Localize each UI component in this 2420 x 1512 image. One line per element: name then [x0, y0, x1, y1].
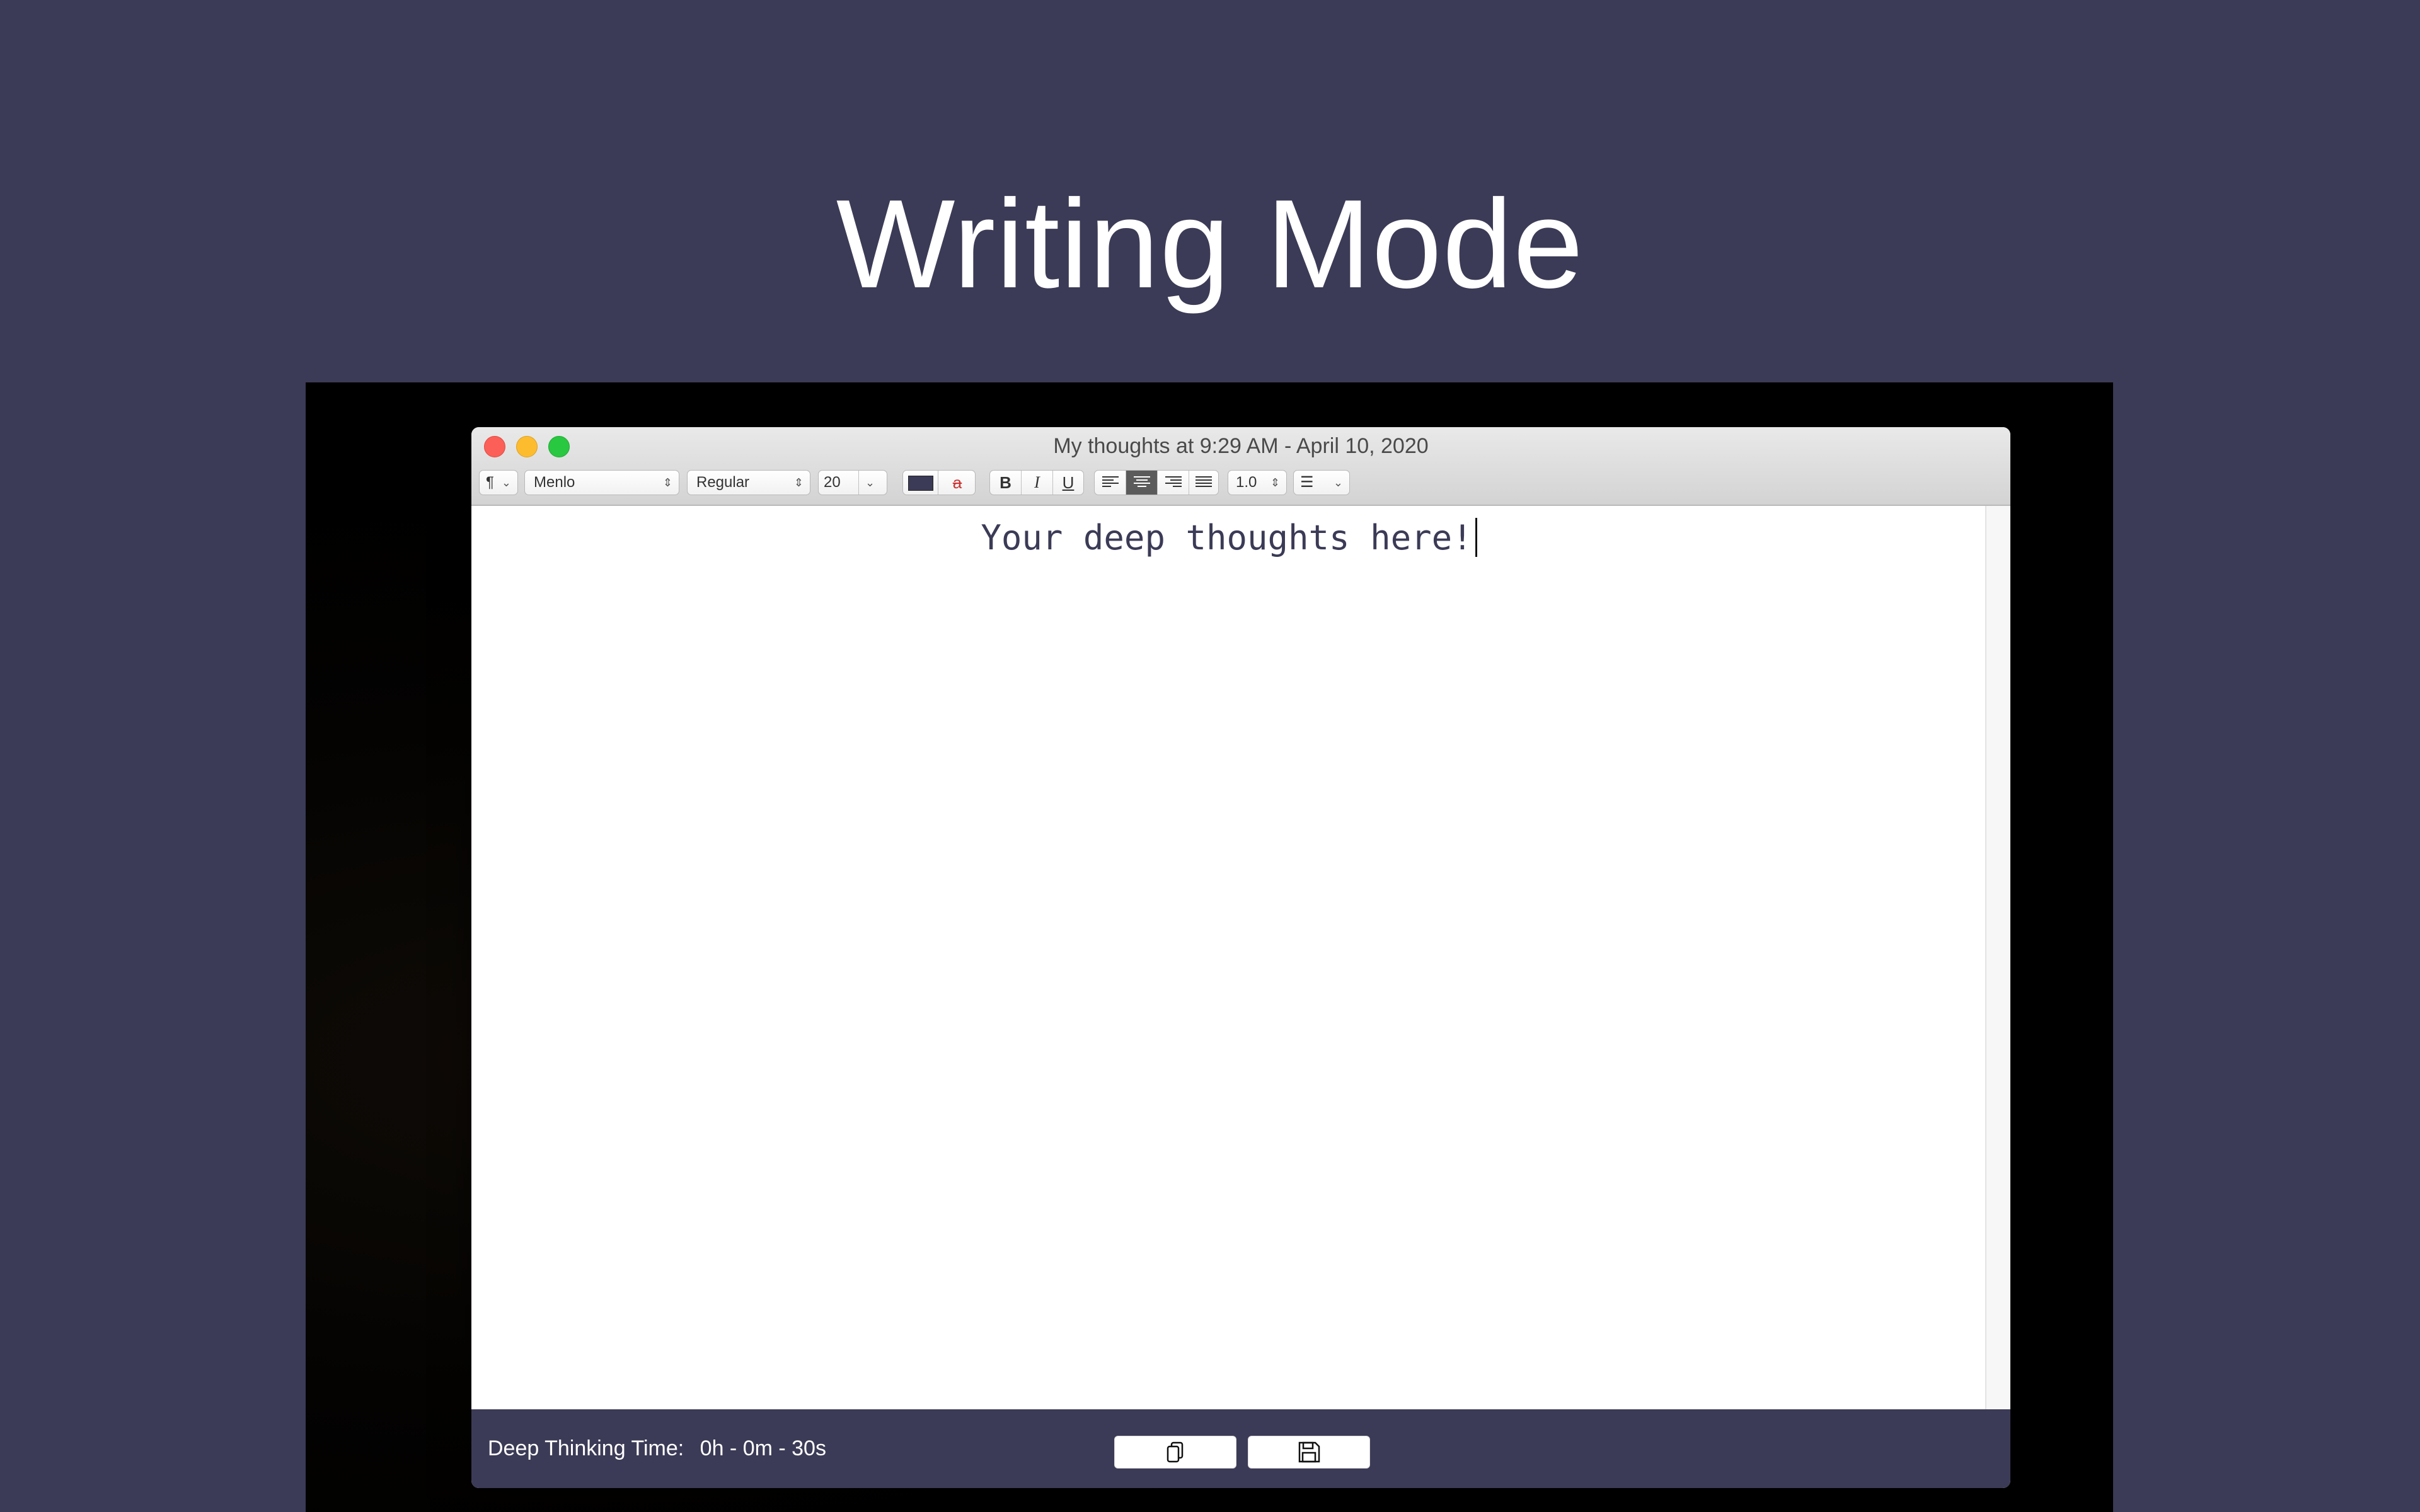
paragraph-styles-dropdown[interactable]: ¶ ⌄: [479, 470, 518, 495]
underline-label: U: [1062, 473, 1075, 492]
list-style-dropdown[interactable]: ☰ ⌄: [1293, 470, 1350, 495]
font-size-combo[interactable]: 20 ⌄: [818, 470, 887, 495]
align-right-button[interactable]: [1158, 471, 1189, 495]
justify-icon: [1196, 476, 1212, 489]
font-style-select[interactable]: Regular ⇕: [687, 470, 810, 495]
no-color-icon: a: [952, 473, 962, 492]
align-center-button[interactable]: [1126, 471, 1158, 495]
text-style-buttons: B I U: [989, 470, 1084, 495]
window-title: My thoughts at 9:29 AM - April 10, 2020: [1053, 434, 1429, 458]
editor-text: Your deep thoughts here!: [981, 518, 1473, 558]
vertical-scrollbar[interactable]: [1985, 506, 2010, 1409]
paragraph-icon: ¶: [486, 474, 494, 491]
font-size-value: 20: [824, 474, 841, 491]
timer-value: 0h - 0m - 30s: [700, 1436, 826, 1460]
bold-button[interactable]: B: [990, 471, 1022, 495]
italic-button[interactable]: I: [1022, 471, 1053, 495]
format-toolbar: ¶ ⌄ Menlo ⇕ Regular ⇕ 20 ⌄ a B I U 1.0 ⇕…: [471, 470, 2010, 498]
font-style-value: Regular: [696, 474, 750, 491]
align-right-icon: [1165, 476, 1182, 489]
color-controls: a: [902, 470, 976, 495]
status-footer: Deep Thinking Time: 0h - 0m - 30s: [471, 1409, 2010, 1488]
page-headline: Writing Mode: [836, 174, 1584, 314]
chevron-down-icon: ⌄: [501, 476, 511, 489]
text-color-button[interactable]: [903, 471, 938, 495]
underline-button[interactable]: U: [1053, 471, 1083, 495]
editor-content[interactable]: Your deep thoughts here!: [471, 516, 1986, 560]
thinking-timer: Deep Thinking Time: 0h - 0m - 30s: [488, 1435, 826, 1462]
chevron-down-icon: ⌄: [858, 471, 887, 495]
editor-window: My thoughts at 9:29 AM - April 10, 2020 …: [471, 427, 2010, 1488]
copy-icon: [1167, 1441, 1184, 1463]
italic-label: I: [1034, 473, 1040, 491]
title-bar[interactable]: My thoughts at 9:29 AM - April 10, 2020 …: [471, 427, 2010, 506]
font-family-value: Menlo: [534, 474, 575, 491]
justify-button[interactable]: [1189, 471, 1218, 495]
align-center-icon: [1133, 476, 1150, 489]
background-color-button[interactable]: a: [939, 471, 976, 495]
up-down-chevron-icon: ⇕: [662, 476, 672, 489]
text-editor[interactable]: Your deep thoughts here!: [471, 506, 1986, 1409]
chevron-down-icon: ⌄: [1333, 476, 1343, 489]
timer-label: Deep Thinking Time:: [488, 1436, 684, 1460]
text-color-swatch: [908, 476, 933, 491]
font-family-select[interactable]: Menlo ⇕: [524, 470, 679, 495]
text-caret: [1475, 518, 1477, 557]
up-down-chevron-icon: ⇕: [793, 476, 804, 489]
alignment-buttons: [1094, 470, 1219, 495]
align-left-icon: [1102, 476, 1119, 489]
bold-label: B: [1000, 473, 1011, 492]
line-spacing-value: 1.0: [1236, 474, 1257, 491]
list-bullet-icon: ☰: [1300, 474, 1314, 491]
up-down-chevron-icon: ⇕: [1270, 476, 1280, 489]
line-spacing-select[interactable]: 1.0 ⇕: [1228, 470, 1287, 495]
align-left-button[interactable]: [1095, 471, 1126, 495]
save-button[interactable]: [1248, 1436, 1370, 1469]
floppy-disk-icon: [1298, 1441, 1320, 1463]
copy-button[interactable]: [1114, 1436, 1236, 1469]
